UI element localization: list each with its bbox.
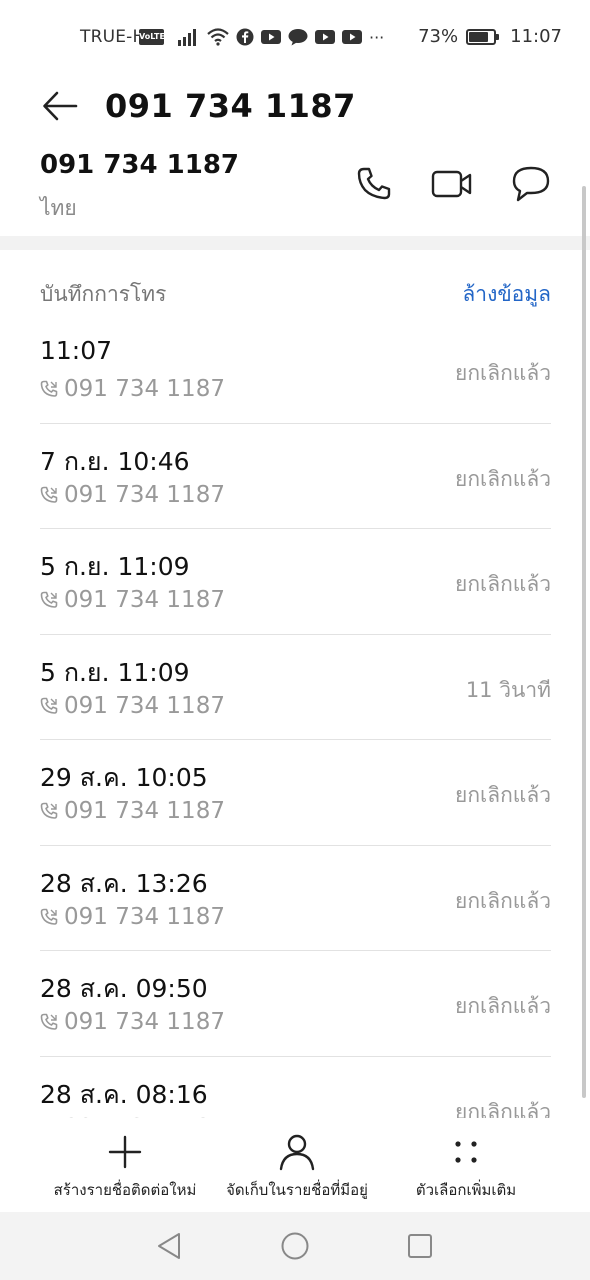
call-number: 091 734 1187: [64, 798, 225, 824]
call-log-row[interactable]: 7 ก.ย. 10:46 091 734 1187 ยกเลิกแล้ว: [40, 424, 551, 529]
call-status: ยกเลิกแล้ว: [455, 572, 551, 596]
call-status: ยกเลิกแล้ว: [455, 1099, 551, 1119]
call-time: 28 ส.ค. 09:50: [40, 974, 208, 1003]
call-time: 28 ส.ค. 08:16: [40, 1079, 208, 1109]
back-arrow-icon: [43, 91, 78, 121]
call-log-row[interactable]: 11:07 091 734 1187 ยกเลิกแล้ว: [40, 318, 551, 424]
clock: 11:07: [510, 26, 562, 47]
youtube-icon: [261, 30, 281, 44]
video-camera-icon: [431, 170, 472, 198]
call-log-title: บันทึกการโทร: [40, 282, 167, 306]
outgoing-call-icon: [40, 1013, 58, 1031]
contact-header: 091 734 1187 ไทย: [0, 148, 590, 236]
carrier-label: TRUE-H: [80, 27, 146, 47]
message-button[interactable]: [509, 164, 553, 204]
triangle-back-icon: [158, 1233, 180, 1259]
volte-badge: VoLTE: [139, 29, 165, 45]
more-dots-icon: [446, 1132, 486, 1172]
call-log-row[interactable]: 29 ส.ค. 10:05 091 734 1187 ยกเลิกแล้ว: [40, 740, 551, 846]
plus-icon: [105, 1132, 145, 1172]
call-detail: 091 734 1187: [40, 482, 225, 508]
nav-back-button[interactable]: [151, 1228, 187, 1264]
phone-icon: [357, 167, 391, 200]
call-time: 7 ก.ย. 10:46: [40, 446, 190, 476]
call-log-row[interactable]: 5 ก.ย. 11:09 091 734 1187 11 วินาที: [40, 635, 551, 740]
call-time: 11:07: [40, 336, 113, 365]
chat-icon: [288, 29, 308, 46]
outgoing-call-icon: [40, 486, 58, 504]
square-recents-icon: [408, 1234, 432, 1258]
call-status: ยกเลิกแล้ว: [455, 994, 551, 1018]
call-status: ยกเลิกแล้ว: [455, 361, 551, 385]
outgoing-call-icon: [40, 591, 58, 609]
clear-log-button[interactable]: ล้างข้อมูล: [462, 278, 551, 311]
call-log-header: บันทึกการโทร ล้างข้อมูล: [40, 278, 551, 310]
nav-home-button[interactable]: [277, 1228, 313, 1264]
bottom-action-bar: สร้างรายชื่อติดต่อใหม่ จัดเก็บในรายชื่อท…: [0, 1120, 590, 1212]
call-number: 091 734 1187: [64, 692, 225, 719]
section-divider: [0, 236, 590, 250]
status-right: 73% 11:07: [418, 26, 562, 47]
call-log-list: 11:07 091 734 1187 ยกเลิกแล้ว 7 ก.ย. 10:46 0…: [40, 318, 551, 1118]
app-bar: 091 734 1187: [0, 72, 590, 142]
call-status: ยกเลิกแล้ว: [455, 466, 551, 491]
youtube-icon: [315, 30, 335, 44]
call-detail: 091 734 1187: [40, 376, 225, 402]
battery-percent: 73%: [418, 26, 459, 47]
nav-recents-button[interactable]: [402, 1228, 438, 1264]
contact-number: 091 734 1187: [40, 150, 240, 180]
call-number: 091 734 1187: [64, 903, 225, 930]
call-number: 091 734 1187: [64, 1009, 225, 1035]
call-number: 091 734 1187: [64, 587, 225, 613]
call-time: 28 ส.ค. 13:26: [40, 868, 208, 898]
call-detail: 091 734 1187: [40, 587, 225, 613]
call-status: 11 วินาที: [465, 677, 551, 702]
signal-icon: [178, 29, 196, 46]
youtube-icon: [342, 30, 362, 44]
call-detail: 091 734 1187: [40, 693, 225, 719]
call-status: ยกเลิกแล้ว: [455, 888, 551, 913]
call-detail: 091 734 1187: [40, 798, 225, 824]
facebook-icon: [236, 28, 254, 46]
status-icons: ···: [178, 26, 384, 48]
new-contact-label: สร้างรายชื่อติดต่อใหม่: [53, 1181, 197, 1199]
contact-region: ไทย: [40, 196, 77, 220]
scrollbar[interactable]: [582, 186, 586, 1098]
save-existing-contact-button[interactable]: จัดเก็บในรายชื่อที่มีอยู่: [218, 1132, 376, 1202]
outgoing-call-icon: [40, 697, 58, 715]
page-title: 091 734 1187: [105, 87, 356, 125]
call-detail: 091 734 1187: [40, 1115, 225, 1119]
more-options-label: ตัวเลือกเพิ่มเติม: [415, 1181, 517, 1199]
more-notifications: ···: [369, 27, 385, 47]
message-bubble-icon: [512, 166, 550, 202]
call-time: 29 ส.ค. 10:05: [40, 763, 208, 792]
call-detail: 091 734 1187: [40, 904, 225, 930]
call-time: 5 ก.ย. 11:09: [40, 552, 190, 581]
call-button[interactable]: [352, 164, 396, 204]
battery-icon: [466, 28, 500, 45]
circle-home-icon: [281, 1232, 309, 1260]
call-log-row[interactable]: 28 ส.ค. 09:50 091 734 1187 ยกเลิกแล้ว: [40, 951, 551, 1057]
call-number: 091 734 1187: [64, 1115, 225, 1119]
outgoing-call-icon: [40, 802, 58, 820]
call-log-row[interactable]: 28 ส.ค. 08:16 091 734 1187 ยกเลิกแล้ว: [40, 1057, 551, 1119]
save-existing-label: จัดเก็บในรายชื่อที่มีอยู่: [226, 1181, 368, 1199]
person-icon: [277, 1132, 317, 1172]
video-call-button[interactable]: [430, 164, 474, 204]
call-number: 091 734 1187: [64, 481, 225, 508]
call-number: 091 734 1187: [64, 376, 225, 402]
status-bar: TRUE-H VoLTE ··· 73% 11:07: [0, 0, 590, 72]
call-status: ยกเลิกแล้ว: [455, 783, 551, 807]
call-detail: 091 734 1187: [40, 1009, 225, 1035]
system-nav-bar: [0, 1212, 590, 1280]
new-contact-button[interactable]: สร้างรายชื่อติดต่อใหม่: [50, 1132, 200, 1202]
more-options-button[interactable]: ตัวเลือกเพิ่มเติม: [405, 1132, 527, 1202]
back-button[interactable]: [36, 84, 84, 128]
call-log-row[interactable]: 5 ก.ย. 11:09 091 734 1187 ยกเลิกแล้ว: [40, 529, 551, 635]
outgoing-call-icon: [40, 908, 58, 926]
call-log-row[interactable]: 28 ส.ค. 13:26 091 734 1187 ยกเลิกแล้ว: [40, 846, 551, 951]
outgoing-call-icon: [40, 380, 58, 398]
wifi-icon: [207, 28, 229, 46]
call-time: 5 ก.ย. 11:09: [40, 657, 190, 687]
